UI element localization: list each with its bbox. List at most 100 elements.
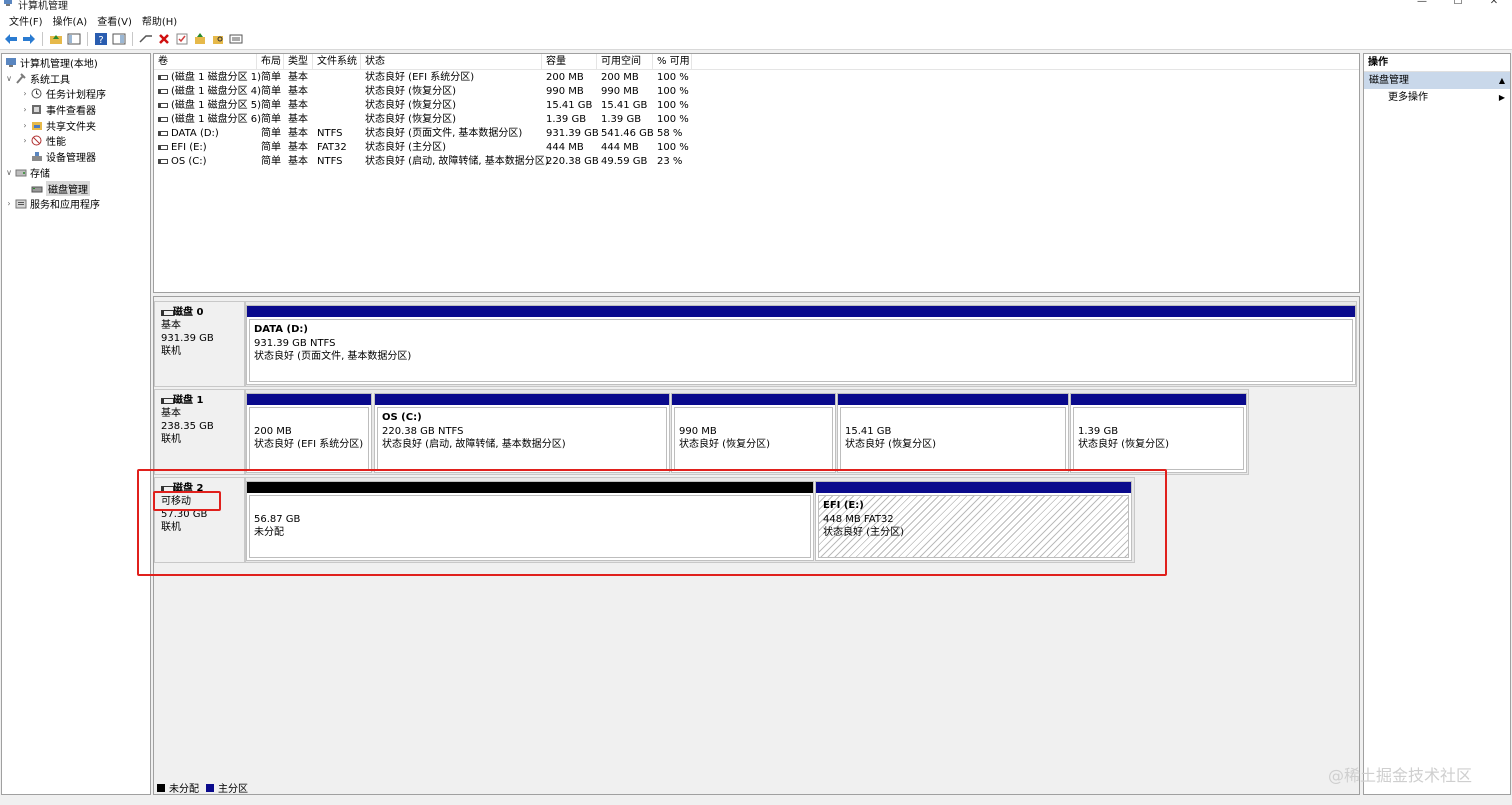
export-icon[interactable] — [192, 31, 208, 47]
back-arrow-icon[interactable] — [3, 31, 19, 47]
check-document-icon[interactable] — [174, 31, 190, 47]
partition-name: DATA (D:) — [254, 324, 308, 335]
table-row[interactable]: (磁盘 1 磁盘分区 5) 简单 基本 状态良好 (恢复分区) 15.41 GB… — [154, 99, 1359, 113]
up-folder-icon[interactable] — [48, 31, 64, 47]
filesystem-cell — [313, 71, 317, 85]
chevron-right-icon[interactable]: › — [20, 89, 30, 98]
column-header-filesystem[interactable]: 文件系统 — [313, 54, 361, 70]
column-header-layout[interactable]: 布局 — [257, 54, 284, 70]
toolbar-separator — [87, 32, 88, 46]
percent-free-cell: 23 % — [657, 156, 683, 167]
clock-icon — [30, 88, 43, 99]
disk-management-icon — [30, 183, 43, 194]
menu-action[interactable]: 操作(A) — [48, 13, 93, 28]
capacity-cell: 990 MB — [546, 86, 584, 97]
capacity-cell: 931.39 GB — [546, 128, 599, 139]
forward-arrow-icon[interactable] — [21, 31, 37, 47]
chevron-right-icon[interactable]: › — [4, 199, 14, 208]
type-cell: 基本 — [288, 86, 308, 97]
computer-management-icon — [4, 57, 17, 68]
view-icon[interactable] — [228, 31, 244, 47]
tree-item-services-apps[interactable]: › 服务和应用程序 — [4, 196, 100, 211]
status-cell: 状态良好 (启动, 故障转储, 基本数据分区) — [365, 156, 549, 167]
close-button[interactable]: ✕ — [1476, 0, 1512, 7]
table-row[interactable]: (磁盘 1 磁盘分区 4) 简单 基本 状态良好 (恢复分区) 990 MB 9… — [154, 85, 1359, 99]
chevron-down-icon[interactable]: ∨ — [4, 168, 14, 177]
menu-view[interactable]: 查看(V) — [92, 13, 137, 28]
tree-item-system-tools[interactable]: ∨ 系统工具 — [4, 71, 70, 86]
partition-os-c[interactable]: OS (C:) 220.38 GB NTFS 状态良好 (启动, 故障转储, 基… — [374, 393, 670, 473]
column-header-percent-free[interactable]: % 可用 — [653, 54, 692, 70]
volume-list-header: 卷 布局 类型 文件系统 状态 容量 可用空间 % 可用 — [154, 54, 1359, 70]
partition-body: 1.39 GB 状态良好 (恢复分区) — [1073, 407, 1244, 470]
table-row[interactable]: EFI (E:) 简单 基本 FAT32 状态良好 (主分区) 444 MB 4… — [154, 141, 1359, 155]
chevron-right-icon: ▶ — [1498, 93, 1505, 102]
free-space-cell: 541.46 GB — [601, 128, 654, 139]
tree-item-root[interactable]: 计算机管理(本地) — [4, 55, 98, 70]
show-hide-tree-icon[interactable] — [66, 31, 82, 47]
delete-icon[interactable] — [156, 31, 172, 47]
disk-1-info[interactable]: 磁盘 1 基本 238.35 GB 联机 — [154, 389, 245, 475]
menu-help[interactable]: 帮助(H) — [137, 13, 182, 28]
actions-title: 操作 — [1364, 54, 1510, 72]
unallocated-swatch — [157, 783, 165, 792]
partition-size: 990 MB — [679, 425, 717, 437]
column-header-free-space[interactable]: 可用空间 — [597, 54, 653, 70]
primary-partition-bar — [1071, 394, 1246, 405]
column-header-capacity[interactable]: 容量 — [542, 54, 597, 70]
tree-item-storage[interactable]: ∨ 存储 — [4, 165, 50, 180]
highlight-removable-label — [153, 491, 221, 511]
collapse-caret-icon[interactable]: ▲ — [1499, 72, 1505, 89]
services-icon — [14, 198, 27, 209]
maximize-button[interactable]: ☐ — [1440, 0, 1476, 7]
partition-recovery-2[interactable]: 15.41 GB 状态良好 (恢复分区) — [837, 393, 1069, 473]
table-row[interactable]: DATA (D:) 简单 基本 NTFS 状态良好 (页面文件, 基本数据分区)… — [154, 127, 1359, 141]
partition-recovery-1[interactable]: 990 MB 状态良好 (恢复分区) — [671, 393, 836, 473]
menu-file[interactable]: 文件(F) — [4, 13, 48, 28]
drive-icon — [158, 102, 168, 108]
minimize-button[interactable]: — — [1404, 0, 1440, 7]
layout-cell: 简单 — [261, 128, 281, 139]
partition-size: 15.41 GB — [845, 425, 892, 437]
tree-item-shared-folders[interactable]: › 共享文件夹 — [20, 118, 96, 133]
more-actions-item[interactable]: 更多操作 ▶ — [1364, 89, 1510, 106]
table-row[interactable]: (磁盘 1 磁盘分区 6) 简单 基本 状态良好 (恢复分区) 1.39 GB … — [154, 113, 1359, 127]
column-header-type[interactable]: 类型 — [284, 54, 313, 70]
percent-free-cell: 100 % — [657, 72, 689, 83]
help-icon[interactable]: ? — [93, 31, 109, 47]
column-header-volume[interactable]: 卷 — [154, 54, 257, 70]
navigation-tree: 计算机管理(本地) ∨ 系统工具 › 任务计划程序 › 事件查看器 › 共享文件… — [1, 53, 151, 795]
column-header-status[interactable]: 状态 — [361, 54, 542, 70]
chevron-right-icon[interactable]: › — [20, 121, 30, 130]
tree-item-disk-management[interactable]: 磁盘管理 — [30, 181, 90, 196]
chevron-down-icon[interactable]: ∨ — [4, 74, 14, 83]
status-cell: 状态良好 (恢复分区) — [365, 114, 456, 125]
volume-cell: OS (C:) — [154, 155, 207, 169]
type-cell: 基本 — [288, 128, 308, 139]
actions-section-label: 磁盘管理 — [1369, 75, 1409, 86]
partition-recovery-3[interactable]: 1.39 GB 状态良好 (恢复分区) — [1070, 393, 1247, 473]
partition-data-d[interactable]: DATA (D:) 931.39 GB NTFS 状态良好 (页面文件, 基本数… — [246, 305, 1356, 385]
highlight-disk-2-frame — [137, 469, 1167, 576]
actions-section-disk-management[interactable]: 磁盘管理 ▲ — [1364, 72, 1510, 89]
status-cell: 状态良好 (页面文件, 基本数据分区) — [365, 128, 523, 139]
table-row[interactable]: OS (C:) 简单 基本 NTFS 状态良好 (启动, 故障转储, 基本数据分… — [154, 155, 1359, 169]
disk-0-info[interactable]: 磁盘 0 基本 931.39 GB 联机 — [154, 301, 245, 387]
tree-item-event-viewer[interactable]: › 事件查看器 — [20, 102, 96, 117]
disk-type: 基本 — [161, 408, 181, 419]
chevron-right-icon[interactable]: › — [20, 136, 30, 145]
partition-size: 931.39 GB NTFS — [254, 337, 336, 349]
table-row[interactable]: (磁盘 1 磁盘分区 1) 简单 基本 状态良好 (EFI 系统分区) 200 … — [154, 71, 1359, 85]
disk-size: 238.35 GB — [161, 421, 214, 432]
connect-icon[interactable] — [138, 31, 154, 47]
tree-item-device-manager[interactable]: 设备管理器 — [30, 149, 96, 164]
search-folder-icon[interactable] — [210, 31, 226, 47]
filesystem-cell — [313, 99, 317, 113]
properties-pane-icon[interactable] — [111, 31, 127, 47]
partition-efi-system[interactable]: 200 MB 状态良好 (EFI 系统分区) — [246, 393, 372, 473]
tree-item-performance[interactable]: › 性能 — [20, 133, 66, 148]
tree-item-task-scheduler[interactable]: › 任务计划程序 — [20, 86, 106, 101]
percent-free-cell: 100 % — [657, 114, 689, 125]
chevron-right-icon[interactable]: › — [20, 105, 30, 114]
event-viewer-icon — [30, 104, 43, 115]
